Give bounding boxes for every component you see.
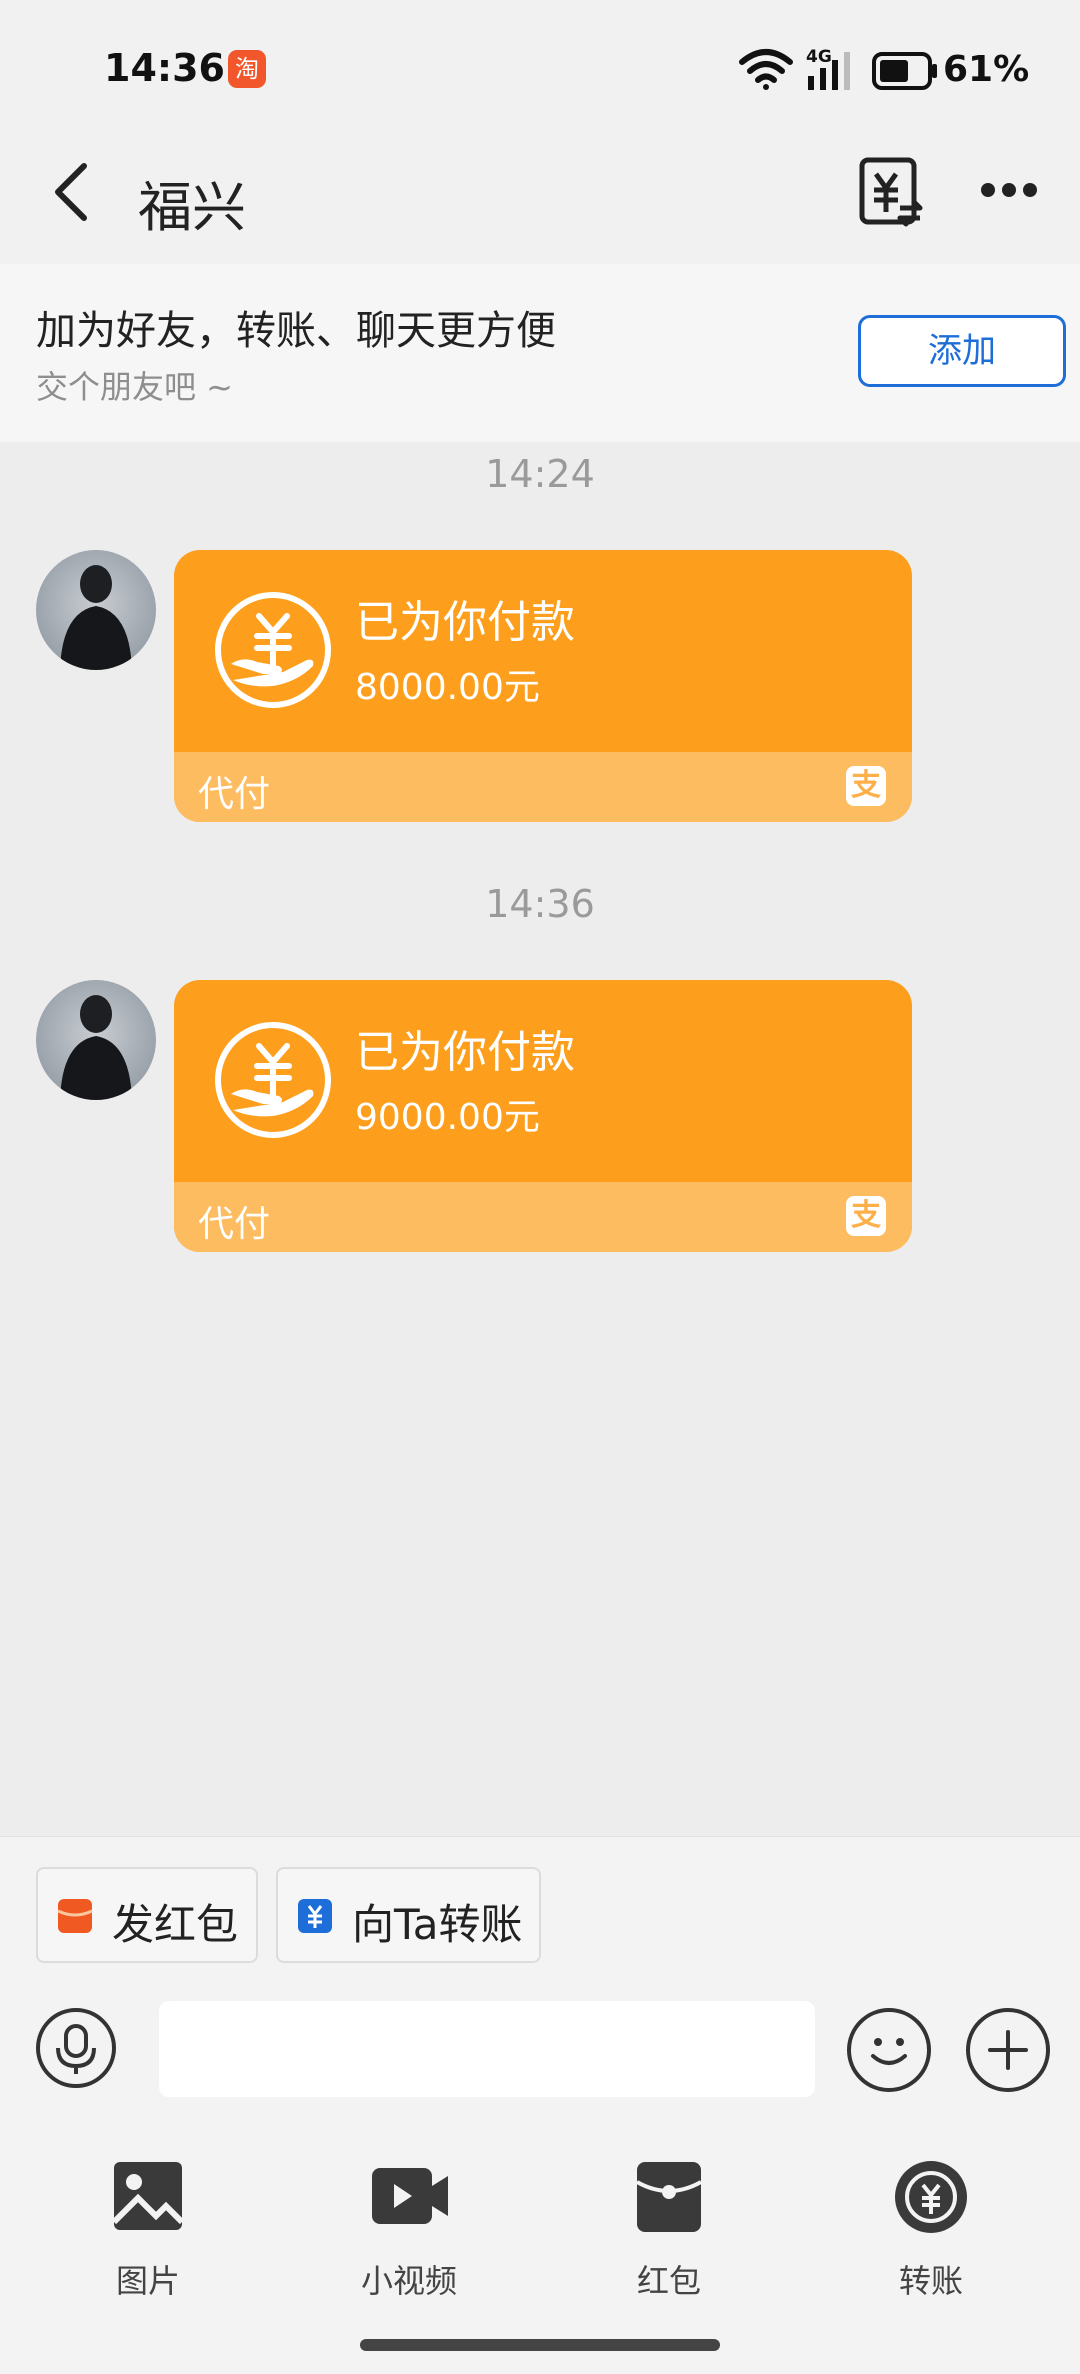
smile-icon [871,2038,907,2065]
card-footer-label: 代付 [198,774,271,815]
message-timestamp: 14:24 [485,452,595,496]
avatar[interactable] [36,550,156,670]
yuan-hand-icon [215,1022,331,1138]
payment-card-title: 已为你付款 [355,1027,575,1078]
emoji-button[interactable] [847,2008,931,2092]
alipay-icon: 支 [846,766,886,806]
chip-label: 向Ta转账 [352,1900,523,1949]
red-packet-icon[interactable] [635,2160,703,2234]
message-input[interactable] [159,2001,815,2097]
payment-card[interactable]: 已为你付款 8000.00元 代付 支 [174,550,912,822]
toolbar-label: 转账 [898,2262,963,2300]
yuan-hand-icon [215,592,331,708]
card-footer [174,1182,912,1252]
taobao-app-icon: 淘 [228,50,266,88]
toolbar-label: 小视频 [360,2262,457,2300]
home-indicator[interactable] [360,2339,720,2351]
battery-icon [872,52,937,90]
banner-title: 加为好友，转账、聊天更方便 [36,308,556,354]
voice-button[interactable] [36,2008,116,2088]
avatar[interactable] [36,980,156,1100]
add-friend-button[interactable]: 添加 [858,315,1066,387]
banner-subtitle: 交个朋友吧 ~ [36,368,233,406]
payment-amount: 9000.00元 [355,1097,540,1138]
more-actions-button[interactable] [966,2008,1050,2092]
transfer-record-icon[interactable] [858,156,924,228]
microphone-icon [56,2024,96,2074]
transfer-to-ta-chip[interactable]: 向Ta转账 [276,1867,541,1963]
toolbar-label: 红包 [636,2262,701,2300]
message-timestamp: 14:36 [485,882,595,926]
signal-icon [808,52,850,90]
send-red-packet-chip[interactable]: 发红包 [36,1867,258,1963]
payment-card-title: 已为你付款 [355,597,575,648]
payment-amount: 8000.00元 [355,667,540,708]
image-icon[interactable] [112,2160,184,2232]
toolbar-label: 图片 [115,2262,180,2300]
red-packet-icon [57,1899,93,1933]
card-footer-label: 代付 [198,1204,271,1245]
wifi-icon [739,49,793,90]
alipay-icon: 支 [846,1196,886,1236]
back-icon[interactable] [48,160,94,224]
more-icon[interactable] [980,180,1038,200]
transfer-icon[interactable] [892,2158,970,2236]
payment-card[interactable]: 已为你付款 9000.00元 代付 支 [174,980,912,1252]
battery-percent: 61% [943,49,1030,90]
chat-title: 福兴 [138,176,246,239]
status-time: 14:36 [104,46,225,90]
chip-label: 发红包 [112,1900,239,1949]
plus-icon [988,2030,1028,2070]
card-footer [174,752,912,822]
transfer-yuan-icon [298,1899,332,1933]
video-icon[interactable] [370,2164,450,2228]
